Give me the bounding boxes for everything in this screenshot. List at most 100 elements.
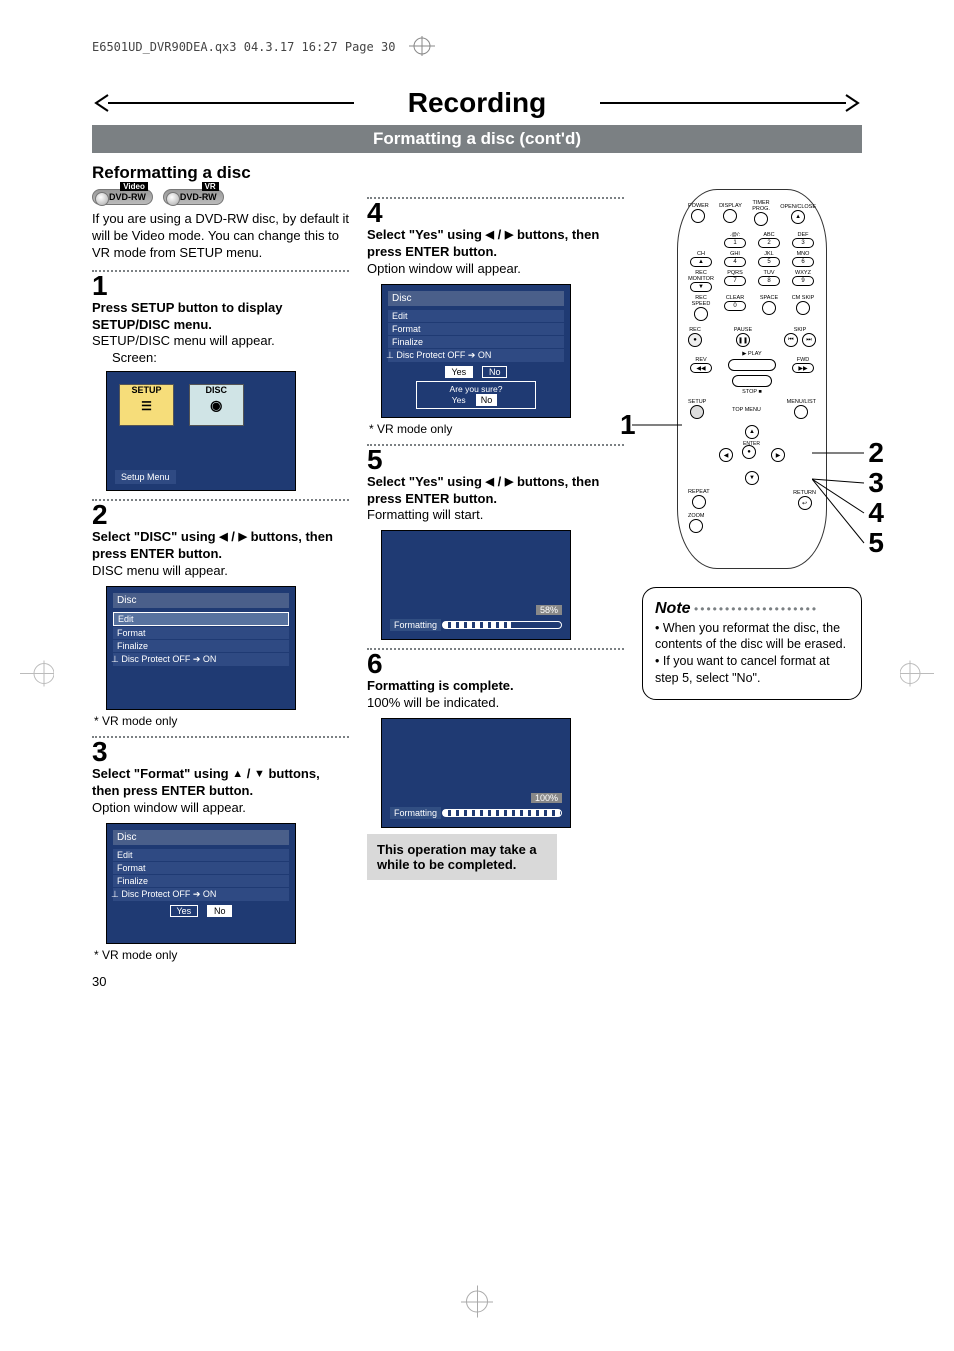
warning-box: This operation may take a while to be co…: [367, 834, 557, 880]
col-right: POWER DISPLAY TIMER PROG. OPEN/CLOSE▲ .@…: [642, 189, 862, 962]
remote-cmskip-button[interactable]: [796, 301, 810, 315]
badge-dvdrw-vr: VR DVD-RW: [163, 189, 224, 205]
option-yes: Yes: [170, 905, 199, 917]
remote-num-0[interactable]: 0: [724, 301, 746, 311]
section-band: Formatting a disc (cont'd): [92, 125, 862, 153]
progress-pct: 100%: [531, 793, 562, 803]
remote-play-button[interactable]: [728, 359, 776, 371]
step-1-screen-label: Screen:: [112, 350, 349, 365]
step-1-instruction: Press SETUP button to display SETUP/DISC…: [92, 300, 282, 332]
step-5-desc: Formatting will start.: [367, 507, 624, 524]
remote-skip-next-button[interactable]: ⏭: [802, 333, 816, 347]
step-5-number: 5: [367, 446, 624, 474]
triangle-left-icon: ◀: [219, 531, 227, 543]
option-no: No: [207, 905, 233, 917]
page-title: Recording: [354, 87, 600, 119]
remote-num-1[interactable]: 1: [724, 238, 746, 248]
remote-display-button[interactable]: [723, 209, 737, 223]
remote-num-3[interactable]: 3: [792, 238, 814, 248]
step-2-number: 2: [92, 501, 349, 529]
triangle-up-icon: ▲: [232, 768, 243, 780]
step-1-screen: SETUP☰ DISC◉ Setup Menu: [106, 371, 296, 491]
remote-enter-button[interactable]: ●: [742, 445, 756, 459]
remote-return-button[interactable]: ↩: [798, 496, 812, 510]
crop-center-icon: [466, 1291, 488, 1318]
menu-row: Finalize: [113, 640, 289, 652]
remote-timer-button[interactable]: [754, 212, 768, 226]
remote-space-button[interactable]: [762, 301, 776, 315]
remote-rev-button[interactable]: ◀◀: [690, 363, 712, 373]
note-box: Note •••••••••••••••••••• When you refor…: [642, 587, 862, 700]
remote-num-6[interactable]: 6: [792, 257, 814, 267]
remote-down-button[interactable]: ▼: [745, 471, 759, 485]
remote-repeat-button[interactable]: [692, 495, 706, 509]
remote-fwd-button[interactable]: ▶▶: [792, 363, 814, 373]
remote-right-button[interactable]: ▶: [771, 448, 785, 462]
subsection-title: Reformatting a disc: [92, 163, 862, 183]
progress-label: Formatting: [390, 807, 441, 819]
remote-num-5[interactable]: 5: [758, 257, 780, 267]
step-2-screen: Disc Edit Format Finalize ⊥ Disc Protect…: [106, 586, 296, 710]
triangle-right-icon: ▶: [239, 531, 247, 543]
remote-power-button[interactable]: [691, 209, 705, 223]
step-2-instruction: Select "DISC" using ◀ / ▶ buttons, then …: [92, 529, 349, 563]
crop-tick-icon: [409, 36, 435, 59]
remote-ch-down[interactable]: ▼: [690, 282, 712, 292]
menu-row: Format: [113, 627, 289, 639]
step-3-instruction: Select "Format" using ▲ / ▼ buttons, the…: [92, 766, 349, 800]
step-6-instruction: Formatting is complete.: [367, 678, 514, 693]
remote-num-8[interactable]: 8: [758, 276, 780, 286]
option-yes: Yes: [445, 366, 474, 378]
tile-disc: DISC◉: [189, 384, 244, 426]
page-number: 30: [92, 974, 862, 989]
step-5-screen: 58% Formatting: [381, 530, 571, 640]
note-divider: ••••••••••••••••••••: [694, 602, 818, 616]
step-4-number: 4: [367, 199, 624, 227]
step-2-desc: DISC menu will appear.: [92, 563, 349, 580]
menu-row: ⊥ Disc Protect OFF ➔ ON: [113, 653, 289, 666]
remote-zoom-button[interactable]: [689, 519, 703, 533]
progress-pct: 58%: [536, 605, 562, 615]
menu-row: ⊥ Disc Protect OFF ➔ ON: [113, 888, 289, 901]
remote-recspeed-button[interactable]: [694, 307, 708, 321]
step-4-desc: Option window will appear.: [367, 261, 624, 278]
menu-row: Edit: [113, 849, 289, 861]
remote-skip-prev-button[interactable]: ⏮: [784, 333, 798, 347]
remote-rec-button[interactable]: ●: [688, 333, 702, 347]
triangle-down-icon: ▼: [254, 768, 265, 780]
step-4-screen: Disc Edit Format Finalize ⊥ Disc Protect…: [381, 284, 571, 418]
remote-stop-button[interactable]: [732, 375, 772, 387]
remote-open-button[interactable]: ▲: [791, 210, 805, 224]
remote-num-9[interactable]: 9: [792, 276, 814, 286]
step-2-footnote: * VR mode only: [94, 714, 349, 728]
remote-up-button[interactable]: ▲: [745, 425, 759, 439]
menu-row: Format: [113, 862, 289, 874]
remote-pause-button[interactable]: ❚❚: [736, 333, 750, 347]
triangle-left-icon: ◀: [486, 229, 494, 241]
remote-num-4[interactable]: 4: [724, 257, 746, 267]
crop-mark-icon: [900, 660, 934, 691]
step-3-footnote: * VR mode only: [94, 948, 349, 962]
note-title: Note: [655, 598, 691, 620]
remote-num-7[interactable]: 7: [724, 276, 746, 286]
crop-mark-icon: [20, 660, 54, 691]
remote-num-2[interactable]: 2: [758, 238, 780, 248]
tile-caption: Setup Menu: [115, 470, 176, 484]
step-4-footnote: * VR mode only: [369, 422, 624, 436]
remote-ch-up[interactable]: ▲: [690, 257, 712, 267]
step-5-instruction: Select "Yes" using ◀ / ▶ buttons, then p…: [367, 474, 624, 508]
step-3-screen: Disc Edit Format Finalize ⊥ Disc Protect…: [106, 823, 296, 944]
manual-page: E6501UD_DVR90DEA.qx3 04.3.17 16:27 Page …: [0, 0, 954, 1351]
remote-setup-button[interactable]: [690, 405, 704, 419]
menu-row: Edit: [113, 612, 289, 626]
note-item: If you want to cancel format at step 5, …: [655, 653, 849, 687]
progress-label: Formatting: [390, 619, 441, 631]
remote-menulist-button[interactable]: [794, 405, 808, 419]
menu-row: Finalize: [113, 875, 289, 887]
content-columns: Video DVD-RW VR DVD-RW If you are using …: [92, 189, 862, 962]
remote-left-button[interactable]: ◀: [719, 448, 733, 462]
col-middle: 4 Select "Yes" using ◀ / ▶ buttons, then…: [367, 189, 624, 962]
step-1-desc: SETUP/DISC menu will appear.: [92, 333, 349, 350]
crop-mark-line: E6501UD_DVR90DEA.qx3 04.3.17 16:27 Page …: [92, 36, 862, 59]
remote-diagram: POWER DISPLAY TIMER PROG. OPEN/CLOSE▲ .@…: [642, 189, 862, 569]
